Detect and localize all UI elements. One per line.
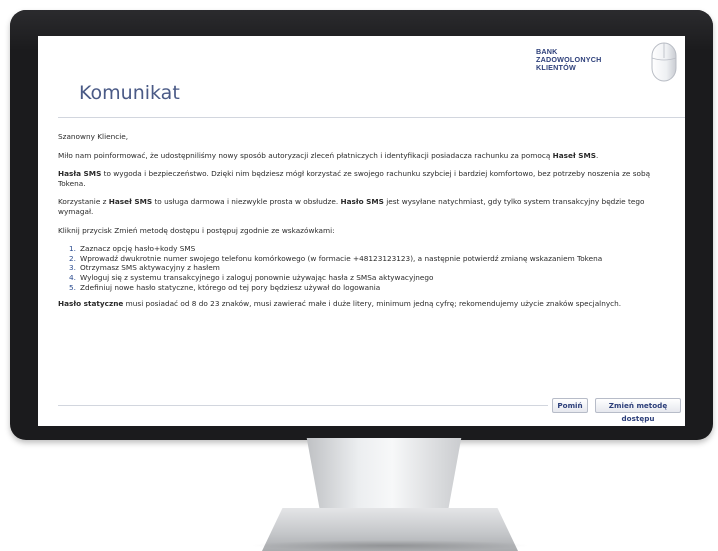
paragraph-text: to usługa darmowa i niezwykle prosta w o… — [152, 197, 341, 207]
paragraph-emphasis: Hasło statyczne — [58, 299, 124, 309]
step-number: 4. — [69, 272, 76, 282]
paragraph-emphasis: Haseł SMS — [552, 150, 596, 160]
paragraph-free-service: Korzystanie z Haseł SMS to usługa darmow… — [58, 197, 676, 216]
monitor: BANK ZADOWOLONYCH KLIENTÓW Komunikat Sza… — [10, 10, 713, 440]
title-divider — [58, 117, 685, 118]
change-access-method-button[interactable]: Zmień metodę dostępu — [595, 398, 681, 423]
list-item: 5. Zdefiniuj nowe hasło statyczne, któreg… — [58, 283, 676, 293]
paragraph-password-rules: Hasło statyczne musi posiadać od 8 do 23… — [58, 299, 676, 309]
stand-shadow — [250, 540, 530, 551]
paragraph-emphasis: Haseł SMS — [108, 197, 153, 207]
message-body: Szanowny Kliencie, Miło nam poinformować… — [58, 132, 676, 318]
paragraph-text: Korzystanie z — [58, 197, 109, 207]
list-item: 2. Wprowadź dwukrotnie numer swojego tele… — [58, 254, 676, 264]
paragraph-emphasis: Hasła SMS — [58, 169, 102, 179]
step-number: 3. — [69, 263, 76, 273]
bank-logo-line: KLIENTÓW — [536, 63, 576, 72]
paragraph-instructions: Kliknij przycisk Zmień metodę dostępu i … — [58, 225, 335, 235]
step-text: Zdefiniuj nowe hasło statyczne, którego … — [80, 282, 381, 292]
paragraph-text: Miło nam poinformować, że udostępniliśmy… — [58, 150, 553, 160]
step-number: 5. — [69, 282, 76, 292]
page-title: Komunikat — [79, 82, 180, 104]
bank-logo: BANK ZADOWOLONYCH KLIENTÓW — [536, 48, 636, 72]
steps-list: 1. Zaznacz opcję hasło+kody SMS 2. Wprowad… — [58, 244, 676, 292]
mouse-icon — [651, 42, 677, 82]
greeting: Szanowny Kliencie, — [58, 132, 129, 141]
step-text: Wprowadź dwukrotnie numer swojego telefo… — [80, 253, 603, 263]
list-item: 1. Zaznacz opcję hasło+kody SMS — [58, 244, 676, 254]
step-number: 1. — [69, 244, 76, 254]
screen: BANK ZADOWOLONYCH KLIENTÓW Komunikat Sza… — [38, 36, 685, 426]
step-text: Zaznacz opcję hasło+kody SMS — [80, 244, 196, 254]
skip-button[interactable]: Pomiń — [552, 398, 588, 413]
paragraph-text: . — [595, 150, 599, 160]
paragraph-text: to wygoda i bezpieczeństwo. Dzięki nim b… — [58, 169, 651, 188]
monitor-stand-neck — [306, 438, 462, 512]
footer-divider — [58, 405, 548, 406]
paragraph-intro: Miło nam poinformować, że udostępniliśmy… — [58, 151, 676, 161]
paragraph-emphasis: Hasło SMS — [340, 197, 384, 207]
list-item: 4. Wyloguj się z systemu transakcyjnego i… — [58, 273, 676, 283]
step-text: Wyloguj się z systemu transakcyjnego i z… — [80, 272, 434, 282]
step-text: Otrzymasz SMS aktywacyjny z hasłem — [80, 263, 220, 273]
paragraph-benefits: Hasła SMS to wygoda i bezpieczeństwo. Dz… — [58, 169, 676, 188]
step-number: 2. — [69, 253, 76, 263]
paragraph-text: musi posiadać od 8 do 23 znaków, musi za… — [123, 299, 622, 309]
list-item: 3. Otrzymasz SMS aktywacyjny z hasłem — [58, 263, 676, 273]
